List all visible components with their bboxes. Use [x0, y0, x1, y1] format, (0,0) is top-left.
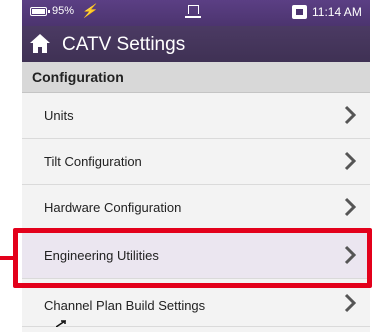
menu-item-label: Units [44, 108, 74, 123]
page-title: CATV Settings [62, 34, 186, 55]
home-icon[interactable] [29, 33, 51, 54]
battery-percent: 95% [52, 5, 75, 17]
status-bar: 95% ⚡ 11:14 AM [22, 0, 370, 26]
section-header-configuration: Configuration [22, 62, 370, 93]
battery-icon [30, 7, 50, 16]
chevron-right-icon [344, 197, 356, 217]
chevron-right-icon [344, 151, 356, 171]
lan-icon [292, 5, 307, 19]
status-time: 11:14 AM [312, 5, 362, 19]
chevron-right-icon [344, 105, 356, 125]
menu-item-label: Tilt Configuration [44, 154, 142, 169]
menu-item-label: Channel Plan Build Settings [44, 298, 206, 313]
charging-bolt-icon: ⚡ [81, 3, 98, 18]
menu-item-tilt-configuration[interactable]: Tilt Configuration [22, 139, 370, 185]
usb-icon [185, 5, 201, 18]
callout-highlight-box [13, 228, 372, 288]
menu-item-hardware-configuration[interactable]: Hardware Configuration [22, 185, 370, 231]
section-header-label: Configuration [32, 69, 124, 85]
mouse-cursor-icon [56, 320, 66, 327]
menu-item-units[interactable]: Units [22, 93, 370, 139]
chevron-right-icon [344, 293, 356, 313]
callout-leader-line [0, 256, 14, 260]
title-bar: CATV Settings [22, 26, 370, 62]
menu-item-label: Hardware Configuration [44, 200, 182, 215]
